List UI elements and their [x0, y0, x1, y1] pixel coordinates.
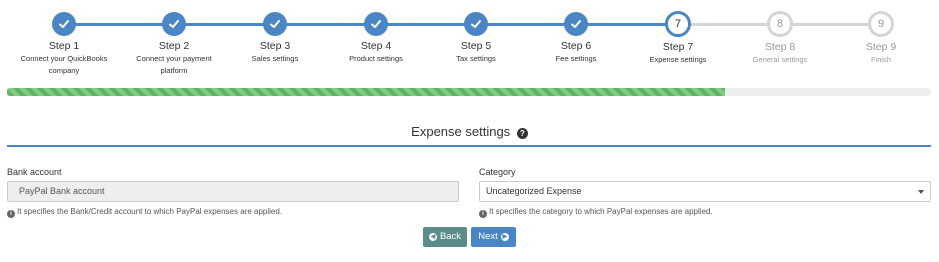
- check-icon: [364, 12, 388, 36]
- chevron-down-icon: [918, 190, 924, 194]
- step-title: Step 1: [48, 40, 80, 52]
- check-icon: [263, 12, 287, 36]
- step-title: Step 9: [865, 41, 897, 53]
- category-select[interactable]: Uncategorized Expense: [479, 181, 931, 202]
- section-title: Expense settings: [411, 124, 511, 139]
- category-select-value: Uncategorized Expense: [486, 186, 582, 196]
- wizard-step-6: Step 6 Fee settings: [526, 12, 626, 64]
- step-description: Connect your QuickBooks: [20, 54, 108, 63]
- check-icon: [564, 12, 588, 36]
- bank-account-help: i It specifies the Bank/Credit account to…: [7, 207, 282, 218]
- section-divider: [7, 145, 931, 147]
- step-description: company: [48, 66, 80, 75]
- back-button[interactable]: ◀ Back: [423, 227, 467, 247]
- bank-account-help-text: It specifies the Bank/Credit account to …: [17, 207, 283, 216]
- bank-account-field: PayPal Bank account: [7, 181, 459, 202]
- progress-bar: [7, 88, 931, 96]
- next-button-label: Next: [478, 231, 498, 242]
- wizard-step-7: 7 Step 7 Expense settings: [628, 11, 728, 65]
- step-title: Step 7: [662, 41, 694, 53]
- arrow-right-circle-icon: ▶: [500, 233, 509, 241]
- wizard-step-8: 8 Step 8 General settings: [730, 11, 830, 65]
- step-description: Fee settings: [555, 54, 597, 63]
- step-description: General settings: [752, 55, 808, 64]
- step-title: Step 6: [560, 40, 592, 52]
- back-button-label: Back: [439, 231, 462, 242]
- progress-bar-fill: [7, 88, 725, 96]
- next-button[interactable]: Next ▶: [471, 227, 516, 247]
- step-title: Step 5: [460, 40, 492, 52]
- check-icon: [162, 12, 186, 36]
- category-help-text: It specifies the category to which PayPa…: [489, 207, 713, 216]
- wizard-step-9: 9 Step 9 Finish: [831, 11, 931, 65]
- step-number: 9: [868, 11, 894, 37]
- category-label: Category: [479, 167, 516, 177]
- step-title: Step 3: [259, 40, 291, 52]
- step-title: Step 8: [764, 41, 796, 53]
- question-circle-icon[interactable]: ?: [516, 128, 528, 139]
- section-heading: Expense settings ?: [0, 124, 939, 139]
- info-icon: i: [479, 210, 487, 218]
- step-description: Connect your payment: [136, 54, 212, 63]
- step-description: Sales settings: [251, 54, 299, 63]
- step-description: Finish: [870, 55, 891, 64]
- check-icon: [52, 12, 76, 36]
- category-help: i It specifies the category to which PayP…: [479, 207, 713, 218]
- wizard-step-1: Step 1 Connect your QuickBooks company: [14, 12, 114, 76]
- arrow-left-circle-icon: ◀: [428, 233, 437, 241]
- wizard-step-2: Step 2 Connect your payment platform: [124, 12, 224, 76]
- check-icon: [464, 12, 488, 36]
- step-title: Step 4: [360, 40, 392, 52]
- step-description: Product settings: [349, 54, 403, 63]
- bank-account-label: Bank account: [7, 167, 62, 177]
- step-description: Tax settings: [456, 54, 496, 63]
- wizard-stepper: Step 1 Connect your QuickBooks company Step…: [0, 0, 939, 84]
- info-icon: i: [7, 210, 15, 218]
- step-description: Expense settings: [649, 55, 707, 64]
- wizard-step-4: Step 4 Product settings: [326, 12, 426, 64]
- step-number: 8: [767, 11, 793, 37]
- wizard-step-5: Step 5 Tax settings: [426, 12, 526, 64]
- step-title: Step 2: [158, 40, 190, 52]
- step-description: platform: [160, 66, 188, 75]
- wizard-step-3: Step 3 Sales settings: [225, 12, 325, 64]
- step-number: 7: [665, 11, 691, 37]
